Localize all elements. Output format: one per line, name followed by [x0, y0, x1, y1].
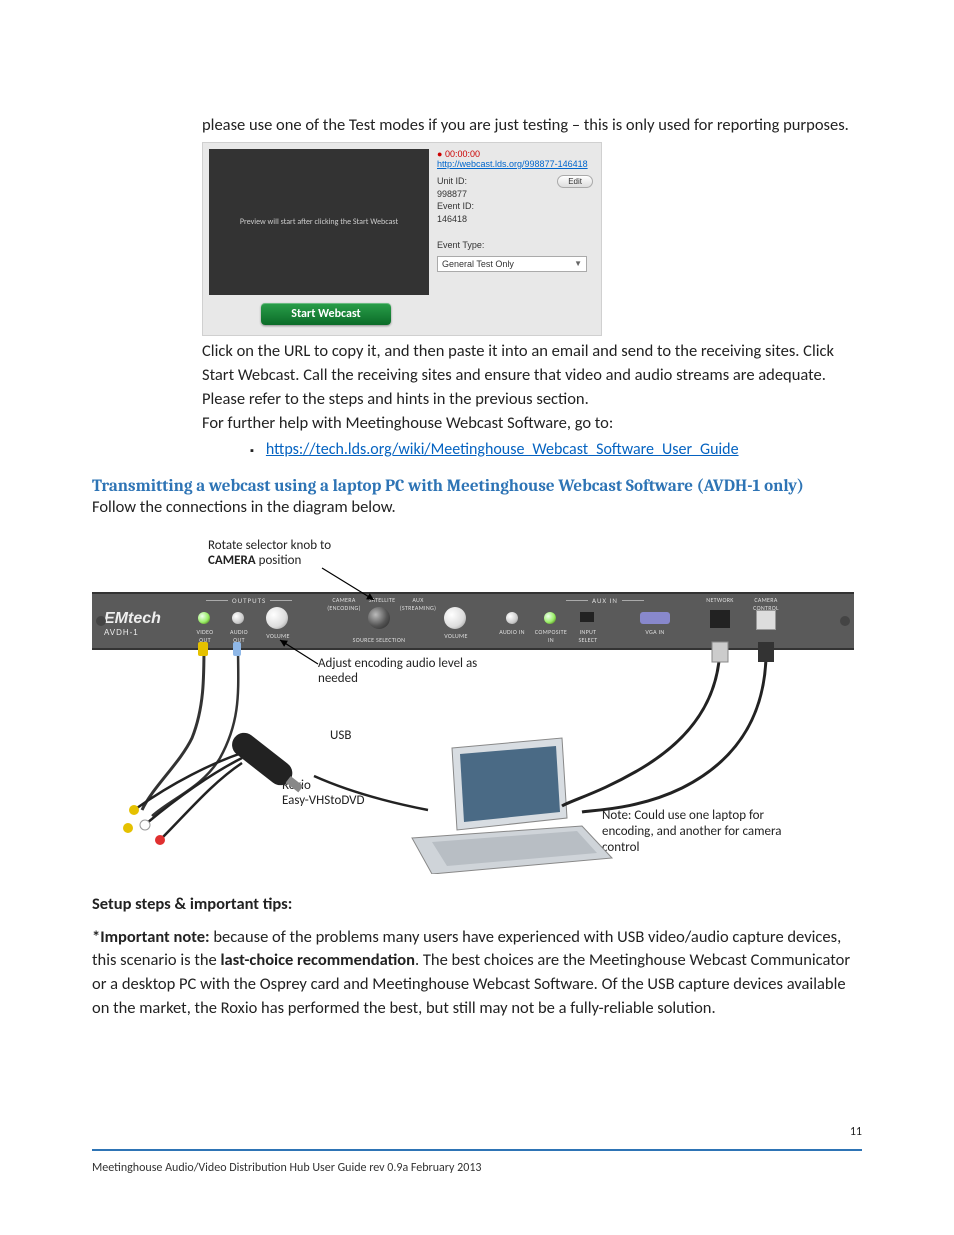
start-webcast-button[interactable]: Start Webcast — [261, 303, 391, 325]
preview-pane: Preview will start after clicking the St… — [209, 149, 429, 295]
brand-text: EMtech — [104, 610, 161, 627]
page-number: 11 — [850, 1125, 862, 1139]
auxin-group-label: AUX IN — [562, 596, 648, 605]
important-note-bold: *Important note: — [92, 927, 210, 947]
event-type-label: Event Type: — [437, 239, 593, 252]
help-link[interactable]: https://tech.lds.org/wiki/Meetinghouse_W… — [266, 440, 739, 459]
record-timer: 00:00:00 — [437, 149, 480, 159]
intro-paragraph: please use one of the Test modes if you … — [202, 114, 862, 138]
roxio-line2: Easy-VHStoDVD — [282, 793, 365, 808]
help-link-item: https://tech.lds.org/wiki/Meetinghouse_W… — [202, 440, 862, 459]
page: please use one of the Test modes if you … — [0, 0, 954, 1235]
camera-source-label: CAMERA (ENCODING) — [324, 596, 364, 612]
avdh-panel: EMtech AVDH-1 OUTPUTS VIDEO OUT AUDIO OU… — [92, 592, 854, 650]
footer-text: Meetinghouse Audio/Video Distribution Hu… — [92, 1161, 482, 1175]
input-select-label: INPUT SELECT — [570, 628, 606, 644]
camera-control-port — [756, 610, 776, 630]
source-selector-knob — [368, 607, 390, 629]
usb-annotation: USB — [330, 728, 351, 743]
vga-port — [640, 612, 670, 624]
help-link-list: https://tech.lds.org/wiki/Meetinghouse_W… — [202, 440, 862, 459]
brand-model: AVDH-1 — [104, 628, 161, 637]
audio-in-port — [506, 612, 518, 624]
preview-text: Preview will start after clicking the St… — [240, 217, 398, 227]
rotate-line2: position — [256, 553, 302, 568]
outputs-group-label: OUTPUTS — [202, 596, 296, 605]
network-port — [710, 610, 730, 628]
volume-knob-right — [444, 607, 466, 629]
webcast-screenshot: Preview will start after clicking the St… — [202, 142, 602, 336]
follow-text: Follow the connections in the diagram be… — [92, 496, 862, 520]
composite-in-label: COMPOSITE IN — [532, 628, 570, 644]
audio-in-label: AUDIO IN — [497, 628, 527, 636]
composite-in-port — [544, 612, 556, 624]
section-heading: Transmitting a webcast using a laptop PC… — [92, 477, 862, 496]
screw-icon — [840, 616, 850, 626]
indented-block: please use one of the Test modes if you … — [202, 114, 862, 459]
instructions-3: For further help with Meetinghouse Webca… — [202, 412, 862, 436]
instructions-1: Click on the URL to copy it, and then pa… — [202, 340, 862, 388]
volume-left-label: VOLUME — [262, 632, 294, 640]
audio-out-port — [232, 612, 244, 624]
video-out-label: VIDEO OUT — [190, 628, 220, 644]
volume-right-label: VOLUME — [440, 632, 472, 640]
source-selection-label: SOURCE SELECTION — [344, 636, 414, 644]
info-pane: 00:00:00 http://webcast.lds.org/998877-1… — [429, 143, 601, 335]
event-id-label: Event ID: — [437, 200, 593, 213]
connection-diagram: Rotate selector knob to CAMERA position … — [92, 538, 854, 874]
chevron-down-icon: ▼ — [574, 259, 582, 268]
laptop-note-annotation: Note: Could use one laptop for encoding,… — [602, 808, 792, 857]
input-select-switch — [580, 612, 594, 622]
rotate-line1: Rotate selector knob to — [208, 538, 331, 553]
screw-icon — [96, 616, 106, 626]
adjust-audio-annotation: Adjust encoding audio level as needed — [318, 656, 478, 686]
roxio-annotation: Roxio Easy-VHStoDVD — [282, 778, 365, 809]
aux-source-label: AUX (STREAMING) — [398, 596, 438, 612]
event-id-value: 146418 — [437, 213, 593, 226]
brand-logo: EMtech AVDH-1 — [104, 610, 161, 637]
rotate-annotation: Rotate selector knob to CAMERA position — [208, 538, 331, 568]
edit-button[interactable]: Edit — [557, 175, 593, 188]
setup-subheading: Setup steps & important tips: — [92, 894, 862, 914]
footer-divider — [92, 1149, 862, 1151]
satellite-source-label: SATELLITE — [364, 596, 400, 604]
vga-label: VGA IN — [640, 628, 670, 636]
unit-id-value: 998877 — [437, 188, 593, 201]
event-type-select[interactable]: General Test Only ▼ — [437, 256, 587, 272]
last-choice-bold: last-choice recommendation — [220, 950, 415, 970]
rotate-camera-word: CAMERA — [208, 553, 256, 568]
important-note-paragraph: *Important note: because of the problems… — [92, 926, 862, 1022]
video-out-port — [198, 612, 210, 624]
instructions-2: Please refer to the steps and hints in t… — [202, 388, 862, 412]
audio-out-label: AUDIO OUT — [224, 628, 254, 644]
volume-knob-left — [266, 607, 288, 629]
event-type-value: General Test Only — [442, 259, 514, 269]
webcast-url[interactable]: http://webcast.lds.org/998877-146418 — [437, 159, 593, 169]
roxio-line1: Roxio — [282, 778, 311, 793]
network-label: NETWORK — [700, 596, 740, 604]
